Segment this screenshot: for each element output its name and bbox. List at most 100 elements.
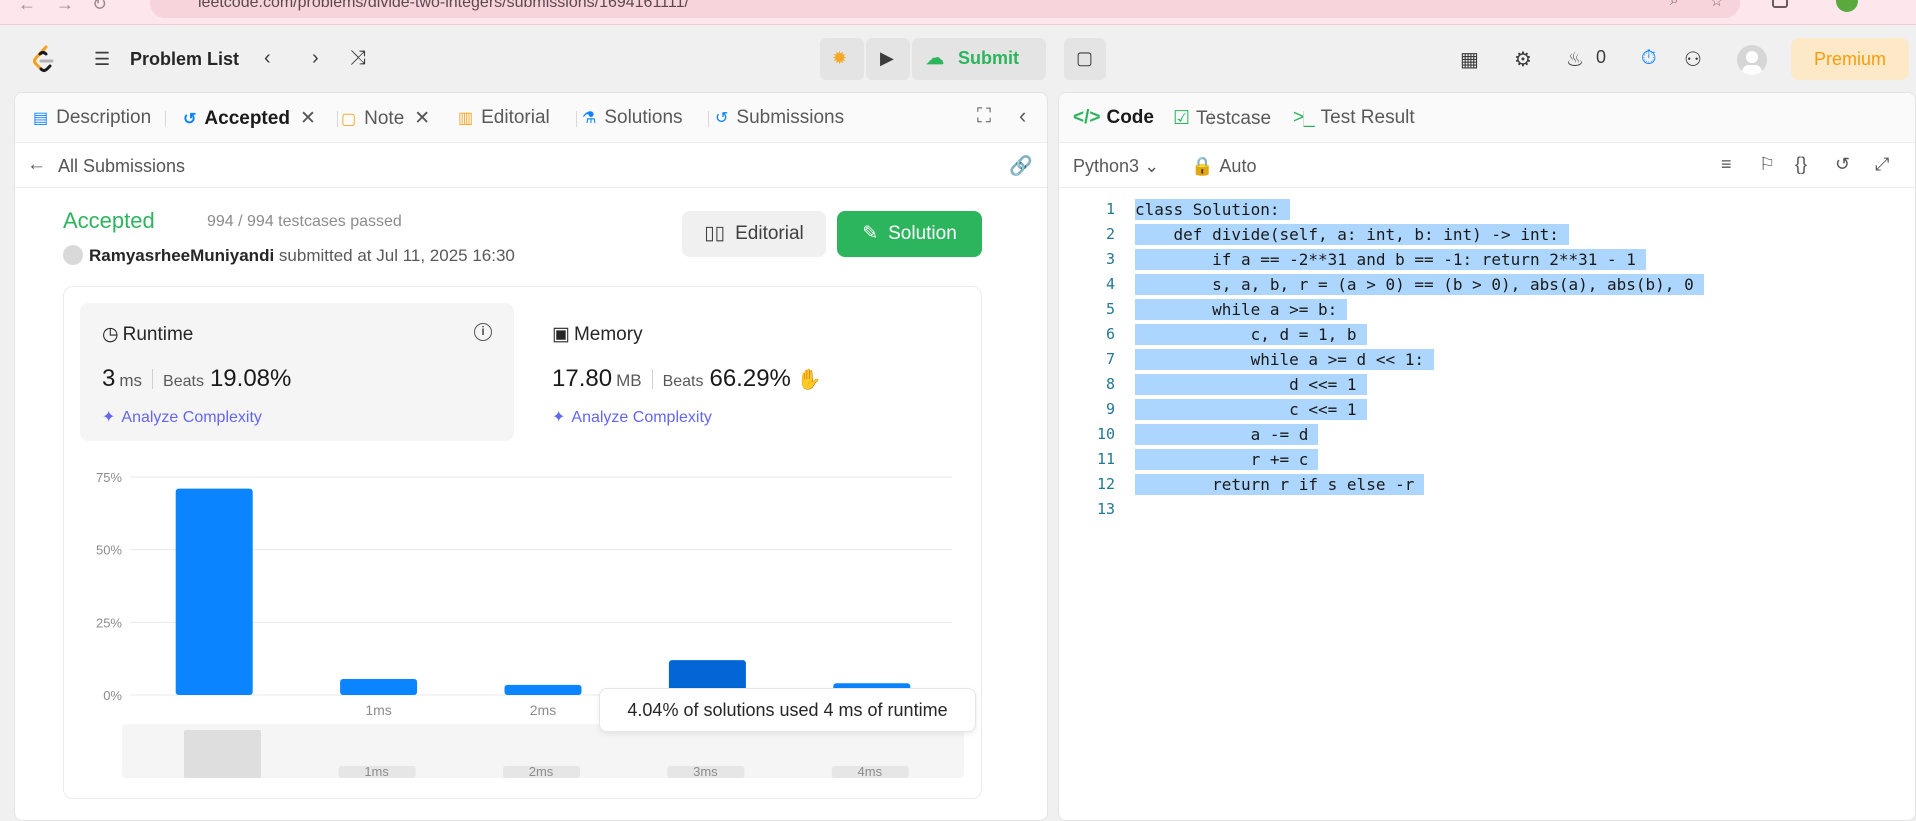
runtime-box[interactable]: ◷ Runtime i 3 ms Beats 19.08% ✦ Analyze Compl… [80,303,514,441]
info-icon[interactable]: i [474,323,492,341]
run-button[interactable]: ▶ [866,38,910,80]
testcases-passed: 994 / 994 testcases passed [207,213,402,230]
user-avatar[interactable] [1737,45,1767,75]
code-line[interactable]: 6 c, d = 1, b [1059,322,1915,347]
editor-toolbar: Python3 ⌄ 🔒 Auto ≡ ⚐ {} ↺ ⤢ [1059,143,1915,188]
url-text: leetcode.com/problems/divide-two-integer… [198,0,689,11]
note-button[interactable]: ▢ [1064,38,1106,80]
url-bar[interactable]: leetcode.com/problems/divide-two-integer… [150,0,1740,18]
fire-streak-icon[interactable]: ♨ [1566,47,1584,72]
browser-reload-icon[interactable]: ↻ [92,0,107,15]
braces-icon[interactable]: {} [1795,154,1807,175]
code-text: while a >= d << 1: [1135,349,1434,370]
reset-icon[interactable]: ↺ [1835,154,1850,175]
code-line[interactable]: 12 return r if s else -r [1059,472,1915,497]
memory-box[interactable]: ▣ Memory 17.80 MB Beats 66.29% ✋ ✦ Analyze Com… [530,303,970,441]
app-top-bar: ☰ Problem List ‹ › ⤨ ✹ ▶ ☁ Submit ▢ ▦ ⚙ … [0,25,1916,92]
problem-list-icon[interactable]: ☰ [94,49,110,70]
overview-tick-label: 4ms [858,764,883,779]
bookmark-icon[interactable]: ⚐ [1759,154,1775,175]
browser-profile-avatar[interactable] [1836,0,1858,12]
leetcode-logo-icon[interactable] [28,44,58,74]
code-line[interactable]: 7 while a >= d << 1: [1059,347,1915,372]
code-text: class Solution: [1135,199,1290,220]
collapse-chevron-icon[interactable]: ‹ [1019,103,1026,129]
browser-window-icon[interactable] [1772,0,1788,8]
code-line[interactable]: 9 c <<= 1 [1059,397,1915,422]
browser-search-icon[interactable]: ⌕ [1670,0,1678,9]
tab-submissions[interactable]: ↺ Submissions [715,107,844,129]
y-tick-label: 50% [96,543,122,558]
runtime-value: 3 ms Beats 19.08% [102,365,292,392]
code-line[interactable]: 5 while a >= b: [1059,297,1915,322]
tab-test-result[interactable]: >_ Test Result [1293,107,1415,129]
runtime-bar[interactable] [504,684,582,695]
analyze-complexity-runtime[interactable]: ✦ Analyze Complexity [102,407,262,427]
code-text: r += c [1135,449,1319,470]
left-tab-bar: ▤ Description ↺ Accepted ✕ ▢ Note ✕ ▥ Editoria… [15,93,1047,143]
arrow-left-icon[interactable]: ← [27,154,46,176]
code-line[interactable]: 8 d <<= 1 [1059,372,1915,397]
bookmark-star-icon[interactable]: ☆ [1710,0,1723,10]
code-line[interactable]: 11 r += c [1059,447,1915,472]
code-line[interactable]: 1 class Solution: [1059,197,1915,222]
code-line[interactable]: 13 [1059,497,1915,522]
overview-tick-label: 3ms [693,764,718,779]
close-tab-note-icon[interactable]: ✕ [414,108,430,129]
fullscreen-icon[interactable]: ⛶ [977,105,991,128]
shuffle-icon[interactable]: ⤨ [350,47,366,70]
submitter-avatar[interactable] [63,245,83,265]
tab-description[interactable]: ▤ Description [33,107,151,129]
code-text: d <<= 1 [1135,374,1367,395]
x-tick-label: 2ms [530,702,556,718]
browser-back-icon[interactable]: ← [18,0,36,15]
debug-button[interactable]: ✹ [820,38,864,80]
code-line[interactable]: 2 def divide(self, a: int, b: int) -> in… [1059,222,1915,247]
chevron-down-icon: ⌄ [1144,156,1160,176]
gear-icon[interactable]: ⚙ [1514,47,1532,72]
tab-editorial[interactable]: ▥ Editorial [458,107,550,129]
all-submissions-link[interactable]: All Submissions [58,156,185,177]
line-number: 3 [1105,250,1115,268]
submitter-username[interactable]: RamyasrheeMuniyandi [89,246,274,265]
add-user-icon[interactable]: ⚇ [1684,47,1702,72]
tab-testcase[interactable]: ☑ Testcase [1173,107,1271,130]
auto-mode[interactable]: 🔒 Auto [1191,156,1256,177]
overview-bar [184,730,261,778]
x-tick-label: 1ms [365,702,391,718]
code-line[interactable]: 10 a -= d [1059,422,1915,447]
browser-forward-icon[interactable]: → [56,0,74,15]
book-open-icon: ▯▯ [704,223,726,244]
code-text: c, d = 1, b [1135,324,1367,345]
prev-problem-chevron-icon[interactable]: ‹ [264,47,271,70]
code-line[interactable]: 4 s, a, b, r = (a > 0) == (b > 0), abs(a… [1059,272,1915,297]
memory-title: ▣ Memory [552,324,643,345]
code-text: c <<= 1 [1135,399,1367,420]
next-problem-chevron-icon[interactable]: › [312,47,319,70]
timer-icon[interactable]: ⏱ [1641,47,1657,70]
share-link-icon[interactable]: 🔗 [1009,154,1033,178]
layout-grid-icon[interactable]: ▦ [1460,47,1479,72]
runtime-distribution-chart[interactable]: 0%25%50%75%1ms2ms3ms4ms1ms2ms3ms4ms [64,447,981,787]
runtime-bar[interactable] [340,679,418,695]
solution-button[interactable]: ✎ Solution [837,211,982,257]
submit-button[interactable]: ☁ Submit [912,38,1046,80]
tab-accepted[interactable]: ↺ Accepted ✕ [183,107,316,130]
problem-list-link[interactable]: Problem List [130,49,239,70]
expand-icon[interactable]: ⤢ [1875,154,1889,175]
format-icon[interactable]: ≡ [1721,154,1732,175]
edit-icon: ✎ [862,223,879,244]
analyze-complexity-memory[interactable]: ✦ Analyze Complexity [552,407,712,427]
editorial-button[interactable]: ▯▯ Editorial [682,211,826,257]
tab-solutions[interactable]: ⚗ Solutions [582,107,683,129]
line-number: 8 [1105,375,1115,393]
runtime-bar[interactable] [175,488,253,695]
code-text: if a == -2**31 and b == -1: return 2**31… [1135,249,1646,270]
status-accepted: Accepted [63,208,155,233]
code-line[interactable]: 3 if a == -2**31 and b == -1: return 2**… [1059,247,1915,272]
language-select[interactable]: Python3 ⌄ [1073,156,1159,177]
tab-code[interactable]: </> Code [1073,107,1154,129]
close-tab-accepted-icon[interactable]: ✕ [300,108,316,129]
premium-button[interactable]: Premium [1791,38,1909,80]
tab-note[interactable]: ▢ Note ✕ [341,107,430,130]
